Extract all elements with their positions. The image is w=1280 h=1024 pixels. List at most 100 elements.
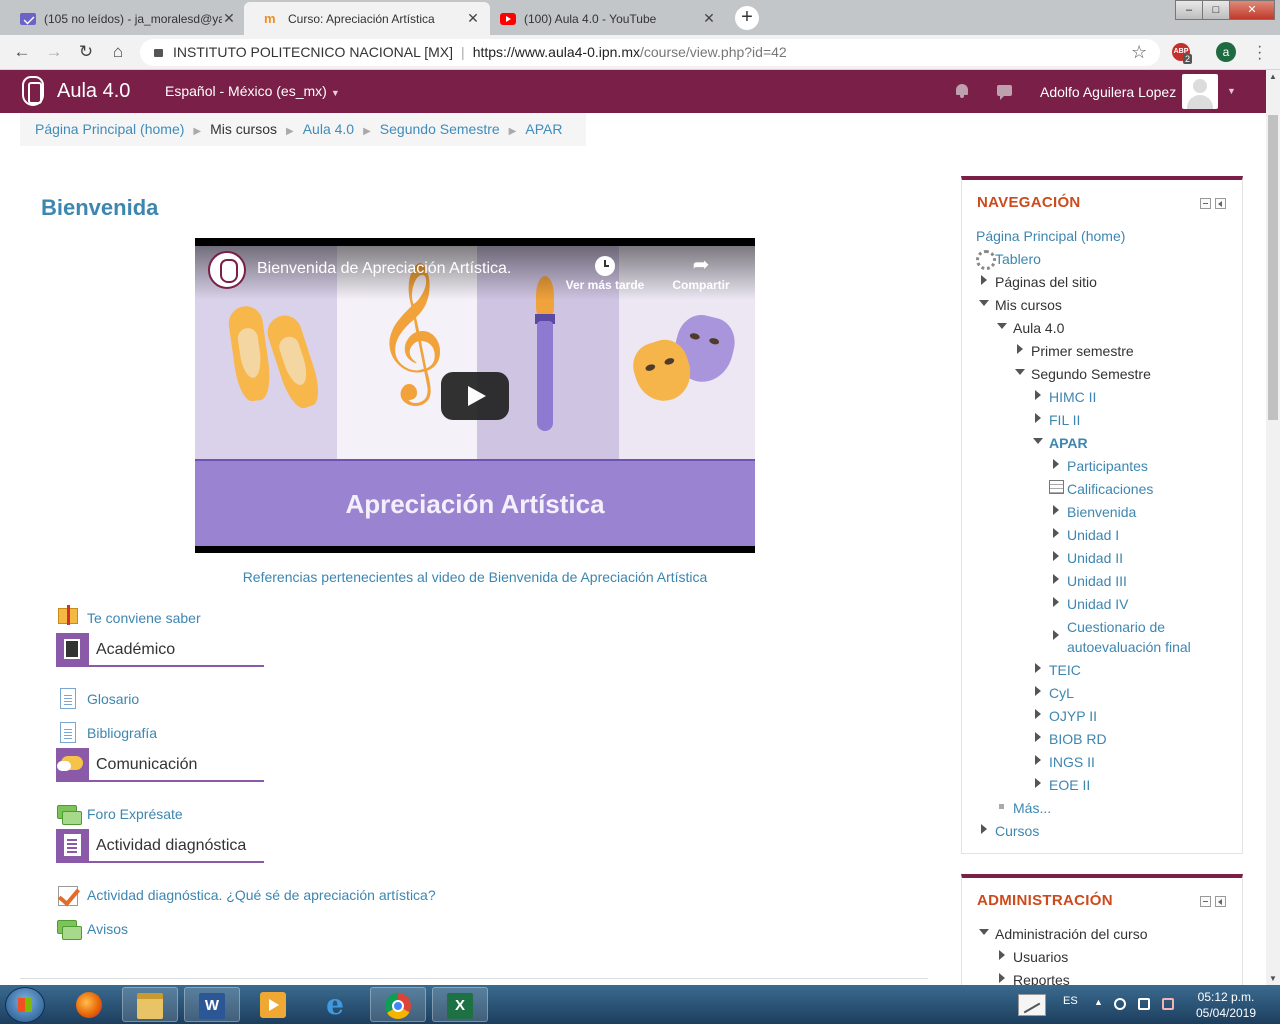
tab-youtube[interactable]: (100) Aula 4.0 - YouTube ✕ xyxy=(480,2,726,35)
watch-later-button[interactable]: Ver más tarde xyxy=(560,252,650,292)
language-indicator[interactable]: ES xyxy=(1063,995,1078,1007)
nav-course-eoe[interactable]: EOE II xyxy=(1030,775,1090,795)
nav-calificaciones[interactable]: Calificaciones xyxy=(1048,479,1153,499)
dock-block-icon[interactable] xyxy=(1215,896,1226,907)
menu-icon[interactable]: · · · xyxy=(1257,39,1263,67)
dock-block-icon[interactable] xyxy=(1215,198,1226,209)
nav-unidad-3[interactable]: Unidad III xyxy=(1048,571,1127,591)
chevron-right-icon xyxy=(1030,660,1046,676)
notifications-icon[interactable] xyxy=(955,84,969,98)
chevron-down-icon[interactable]: ▼ xyxy=(1227,86,1236,96)
taskbar-media[interactable] xyxy=(246,987,302,1022)
nav-course-cyl[interactable]: CyL xyxy=(1030,683,1074,703)
nav-my-courses[interactable]: Mis cursos xyxy=(976,295,1062,315)
share-button[interactable]: ➦ Compartir xyxy=(656,252,746,292)
forward-icon[interactable]: → xyxy=(44,43,64,61)
youtube-video-embed[interactable]: 𝄞 Apreciación Artística Bienvenida de Ap… xyxy=(195,238,755,553)
nav-aula[interactable]: Aula 4.0 xyxy=(994,318,1064,338)
taskbar-chrome[interactable] xyxy=(370,987,426,1022)
activity-te-conviene-saber[interactable]: Te conviene saber xyxy=(56,605,201,630)
nav-course-fil[interactable]: FIL II xyxy=(1030,410,1080,430)
site-brand[interactable]: Aula 4.0 xyxy=(57,80,130,103)
taskbar-firefox[interactable] xyxy=(62,987,118,1022)
activity-bibliografia[interactable]: Bibliografía xyxy=(56,721,157,745)
nav-cuestionario[interactable]: Cuestionario de autoevaluación final xyxy=(1048,617,1191,657)
taskbar-word[interactable]: W xyxy=(184,987,240,1022)
taskbar-ie[interactable]: e xyxy=(308,987,364,1022)
scrollbar-thumb[interactable] xyxy=(1268,115,1278,420)
nav-unidad-1[interactable]: Unidad I xyxy=(1048,525,1119,545)
language-menu[interactable]: Español - México (es_mx) ▼ xyxy=(165,83,340,99)
nav-label: Unidad I xyxy=(1067,527,1120,543)
nav-more[interactable]: Más... xyxy=(994,798,1051,818)
window-close-button[interactable]: ✕ xyxy=(1229,0,1275,20)
taskbar-excel[interactable]: X xyxy=(432,987,488,1022)
nav-usuarios[interactable]: Usuarios xyxy=(994,947,1068,967)
user-name[interactable]: Adolfo Aguilera Lopez xyxy=(1040,84,1176,100)
nav-site-pages[interactable]: Páginas del sitio xyxy=(976,272,1097,292)
scroll-up-icon[interactable]: ▲ xyxy=(1269,72,1277,81)
nav-course-admin[interactable]: Administración del curso xyxy=(976,924,1148,944)
nav-cursos[interactable]: Cursos xyxy=(976,821,1039,841)
breadcrumb-semester[interactable]: Segundo Semestre xyxy=(380,121,500,137)
ipn-logo-icon[interactable] xyxy=(22,76,44,106)
taskbar-explorer[interactable] xyxy=(122,987,178,1022)
nav-primer-semestre[interactable]: Primer semestre xyxy=(1012,341,1134,361)
chevron-right-icon xyxy=(1030,387,1046,403)
close-icon[interactable]: ✕ xyxy=(466,10,480,27)
nav-bienvenida[interactable]: Bienvenida xyxy=(1048,502,1136,522)
video-title[interactable]: Bienvenida de Apreciación Artística. xyxy=(257,260,511,278)
network-icon[interactable] xyxy=(1138,998,1150,1010)
nav-course-ojyp[interactable]: OJYP II xyxy=(1030,706,1097,726)
user-avatar[interactable] xyxy=(1182,74,1218,109)
video-caption-link[interactable]: Referencias pertenecientes al video de B… xyxy=(195,569,755,585)
show-hidden-icons[interactable]: ▲ xyxy=(1094,997,1103,1007)
tab-course[interactable]: m Curso: Apreciación Artística ✕ xyxy=(244,2,490,35)
nav-dashboard[interactable]: Tablero xyxy=(976,249,1041,270)
nav-course-himc[interactable]: HIMC II xyxy=(1030,387,1096,407)
maximize-button[interactable]: □ xyxy=(1202,0,1230,20)
breadcrumb-home[interactable]: Página Principal (home) xyxy=(35,121,184,137)
back-icon[interactable]: ← xyxy=(12,43,32,61)
breadcrumb-aula[interactable]: Aula 4.0 xyxy=(303,121,354,137)
bookmark-star-icon[interactable]: ☆ xyxy=(1131,42,1147,63)
taskbar-clock[interactable]: 05:12 p.m. 05/04/2019 xyxy=(1190,989,1262,1021)
new-tab-button[interactable]: + xyxy=(735,6,759,30)
activity-glosario[interactable]: Glosario xyxy=(56,687,139,711)
channel-avatar-icon[interactable] xyxy=(208,251,246,289)
close-icon[interactable]: ✕ xyxy=(702,10,716,27)
activity-foro[interactable]: Foro Exprésate xyxy=(56,802,183,826)
nav-segundo-semestre[interactable]: Segundo Semestre xyxy=(1012,364,1151,384)
address-bar[interactable]: INSTITUTO POLITECNICO NACIONAL [MX] | http… xyxy=(140,39,1160,66)
activity-diagnostica-quiz[interactable]: Actividad diagnóstica. ¿Qué sé de apreci… xyxy=(56,883,436,907)
activity-avisos[interactable]: Avisos xyxy=(56,917,128,941)
nav-label: Unidad III xyxy=(1067,573,1127,589)
volume-icon[interactable] xyxy=(1114,998,1126,1010)
action-center-icon[interactable] xyxy=(1162,998,1174,1010)
lock-icon xyxy=(154,49,163,57)
scroll-down-icon[interactable]: ▼ xyxy=(1269,974,1277,983)
home-icon[interactable]: ⌂ xyxy=(108,43,128,61)
minimize-button[interactable]: – xyxy=(1175,0,1203,20)
nav-course-ings[interactable]: INGS II xyxy=(1030,752,1095,772)
profile-avatar[interactable]: a xyxy=(1216,42,1236,62)
notepad-tray-icon[interactable] xyxy=(1018,994,1046,1016)
nav-course-apar[interactable]: APAR xyxy=(1030,433,1088,453)
play-button[interactable] xyxy=(441,372,509,420)
nav-unidad-2[interactable]: Unidad II xyxy=(1048,548,1123,568)
messages-icon[interactable] xyxy=(997,85,1012,100)
collapse-block-icon[interactable] xyxy=(1200,896,1211,907)
nav-home[interactable]: Página Principal (home) xyxy=(976,226,1125,246)
nav-unidad-4[interactable]: Unidad IV xyxy=(1048,594,1128,614)
nav-participantes[interactable]: Participantes xyxy=(1048,456,1148,476)
nav-course-teic[interactable]: TEIC xyxy=(1030,660,1081,680)
start-button[interactable] xyxy=(5,987,45,1023)
tab-mail[interactable]: (105 no leídos) - ja_moralesd@ya ✕ xyxy=(0,2,246,35)
reload-icon[interactable]: ↻ xyxy=(76,43,96,61)
breadcrumb-course[interactable]: APAR xyxy=(525,121,562,137)
collapse-block-icon[interactable] xyxy=(1200,198,1211,209)
nav-course-biob[interactable]: BIOB RD xyxy=(1030,729,1107,749)
close-icon[interactable]: ✕ xyxy=(222,10,236,27)
page-scrollbar[interactable]: ▲ ▼ xyxy=(1266,70,1280,985)
browser-toolbar: ← → ↻ ⌂ INSTITUTO POLITECNICO NACIONAL [… xyxy=(0,35,1280,70)
